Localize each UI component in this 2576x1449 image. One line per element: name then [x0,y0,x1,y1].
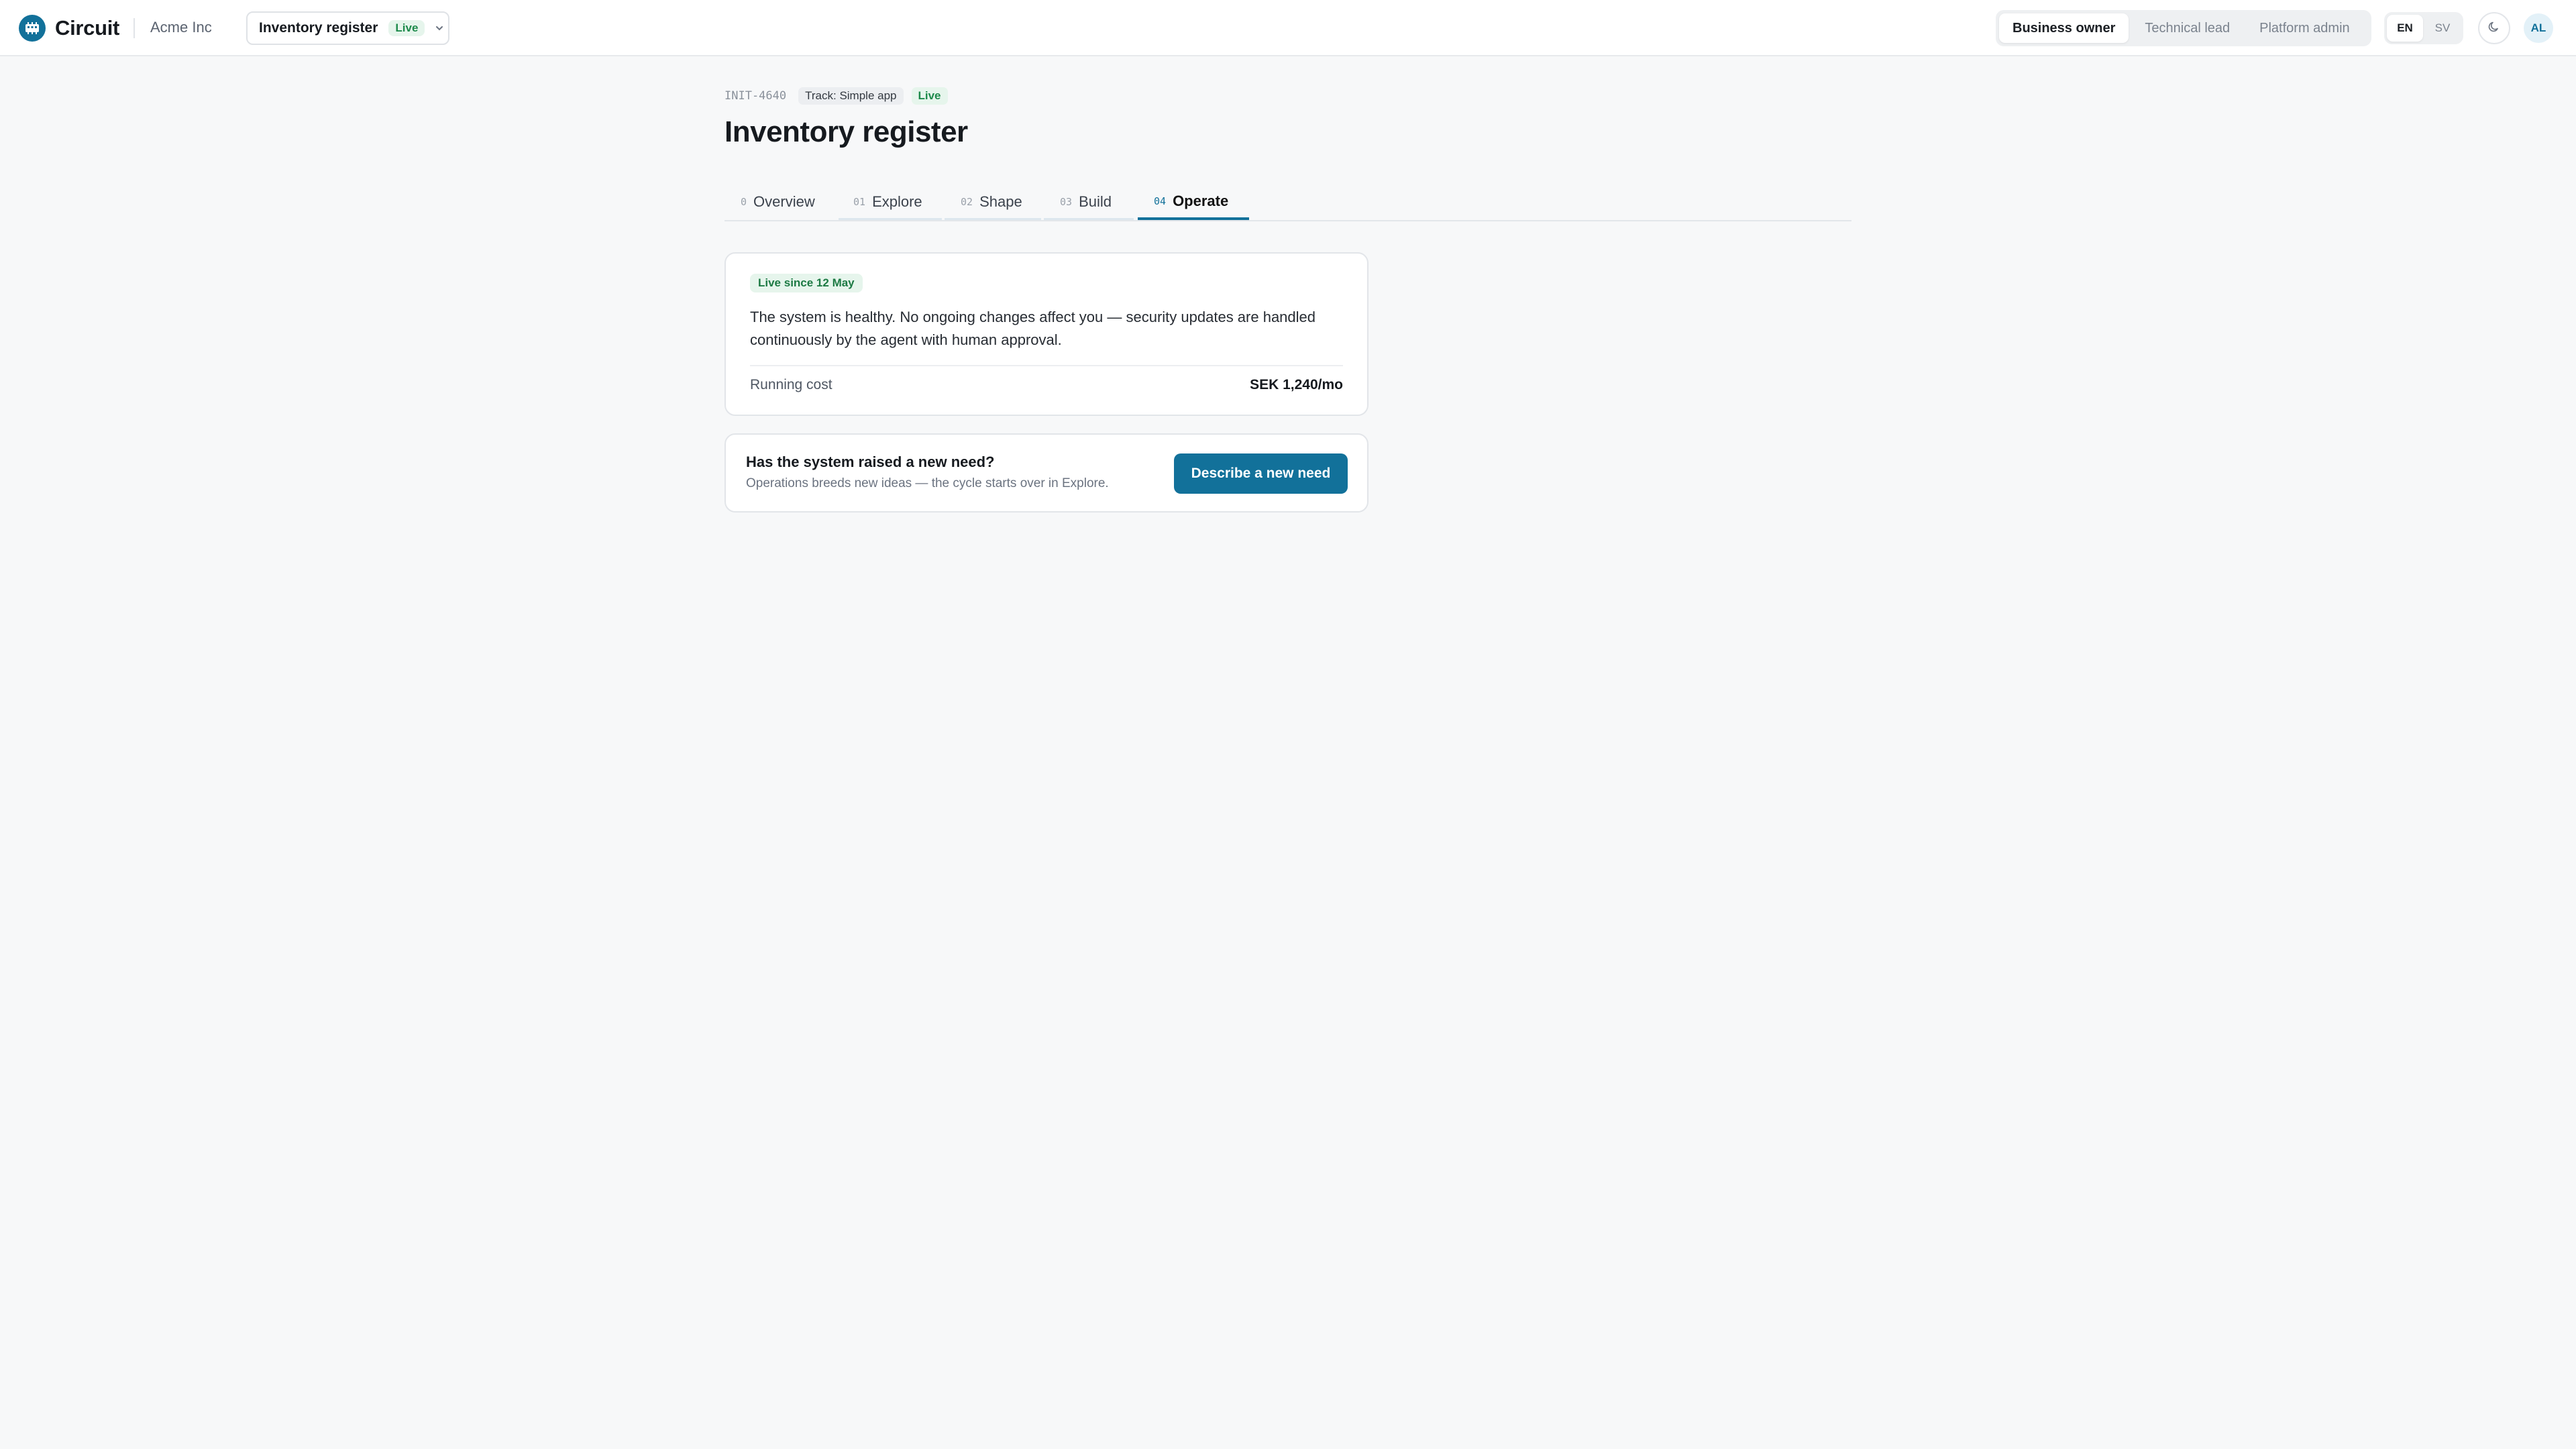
project-selector[interactable]: Inventory register Live [246,11,449,45]
initiative-meta: INIT-4640 Track: Simple app Live [724,86,948,106]
brand[interactable]: Circuit [19,15,119,42]
track-badge: Track: Simple app [798,87,904,105]
language-switcher: EN SV [2384,12,2463,44]
tab-operate[interactable]: 04 Operate [1138,185,1249,220]
divider [750,365,1343,366]
role-business-owner[interactable]: Business owner [1999,13,2129,43]
moon-icon [2487,20,2501,37]
theme-toggle-button[interactable] [2478,12,2510,44]
tab-label: Operate [1173,193,1229,209]
tab-label: Overview [753,193,815,210]
tab-build[interactable]: 03 Build [1044,185,1134,220]
tab-overview[interactable]: 0 Overview [724,185,836,220]
tab-explore[interactable]: 01 Explore [839,185,942,220]
divider [133,18,135,38]
tab-label: Explore [872,193,922,210]
avatar[interactable]: AL [2524,13,2553,43]
chevron-down-icon [435,22,443,34]
running-cost-value: SEK 1,240/mo [1250,377,1343,392]
initiative-id: INIT-4640 [724,89,787,103]
language-en[interactable]: EN [2387,15,2423,42]
role-technical-lead[interactable]: Technical lead [2131,13,2243,43]
project-selector-name: Inventory register [259,20,378,36]
new-need-title: Has the system raised a new need? [746,453,995,470]
operate-status-card: Live since 12 May The system is healthy.… [724,252,1368,416]
brand-name: Circuit [55,16,120,40]
top-bar: Circuit Acme Inc Inventory register Live… [0,0,2576,56]
describe-new-need-button[interactable]: Describe a new need [1174,453,1348,494]
status-description: The system is healthy. No ongoing change… [750,309,1316,348]
page-title: Inventory register [724,115,968,148]
tab-number: 01 [853,195,866,208]
tab-number: 03 [1060,195,1073,208]
role-switcher: Business owner Technical lead Platform a… [1996,10,2371,46]
tab-label: Build [1079,193,1112,210]
status-badge: Live [911,87,948,105]
role-platform-admin[interactable]: Platform admin [2246,13,2363,43]
running-cost-label: Running cost [750,377,833,392]
org-name[interactable]: Acme Inc [150,19,212,36]
tab-number: 0 [741,195,747,208]
new-need-card: Has the system raised a new need? Operat… [724,433,1368,513]
circuit-logo-icon [19,15,46,42]
live-since-badge: Live since 12 May [750,274,863,292]
status-badge: Live [388,20,425,36]
tab-number: 02 [961,195,973,208]
tab-shape[interactable]: 02 Shape [945,185,1041,220]
new-need-subtitle: Operations breeds new ideas — the cycle … [746,476,1109,490]
phase-tabs: 0 Overview 01 Explore 02 Shape 03 Build … [724,185,1851,221]
tab-label: Shape [979,193,1022,210]
language-sv[interactable]: SV [2424,15,2461,42]
tab-number: 04 [1154,195,1167,207]
